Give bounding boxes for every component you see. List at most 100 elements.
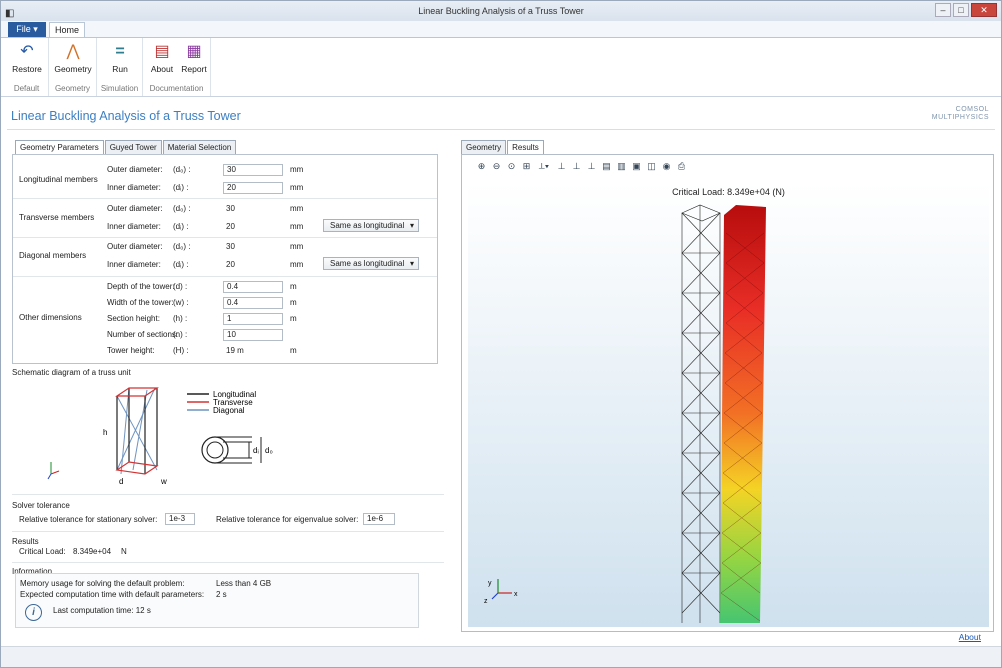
about-icon: ▤ [154,43,170,60]
tab-home[interactable]: Home [49,22,85,38]
unit-label: m [290,346,297,355]
graphics-canvas[interactable]: Critical Load: 8.349e+04 (N) x y z [468,183,989,627]
memory-value: Less than 4 GB [216,579,272,588]
field-symbol: (d₀) : [173,242,191,251]
info-icon: i [25,604,42,621]
field-symbol: (n) : [173,330,188,339]
field-symbol: (H) : [173,346,189,355]
schematic-d-label: d [119,477,123,486]
tab-graphics-results[interactable]: Results [507,140,544,155]
zoom-out-icon[interactable]: ⊖ [491,161,502,172]
field-symbol: (d₀) : [173,165,191,174]
results-title: Results [12,537,39,546]
print-icon[interactable]: ⎙ [676,161,687,172]
transverse-title: Transverse members [19,213,95,222]
graphics-tabs: Geometry Results [461,140,545,155]
run-button[interactable]: = Run [104,42,136,74]
depth-input[interactable]: 0.4 [223,281,283,293]
transverse-select[interactable]: Same as longitudinal [323,219,419,232]
schematic-title: Schematic diagram of a truss unit [12,368,131,377]
other-dimensions-title: Other dimensions [19,313,82,322]
divider [13,237,437,238]
restore-button[interactable]: ↶ Restore [11,42,43,74]
view-xy-icon[interactable]: ⊥ [556,161,567,172]
eig-tol-label: Relative tolerance for eigenvalue solver… [216,515,359,524]
grid-icon[interactable]: ▤ [601,161,612,172]
field-symbol: (h) : [173,314,188,323]
view-yz-icon[interactable]: ⊥ [571,161,582,172]
geometry-button[interactable]: ⋀ Geometry [53,42,93,74]
zoom-extents-icon[interactable]: ⊞ [521,161,532,172]
field-symbol: (dᵢ) : [173,183,189,192]
transparency-icon[interactable]: ▥ [616,161,627,172]
graphics-panel: ⊕ ⊖ ⊙ ⊞ ⟂▾ ⊥ ⊥ ⊥ ▤ ▥ ▣ ◫ ◉ ⎙ Critical Lo… [461,154,994,632]
divider [12,494,444,495]
page-title: Linear Buckling Analysis of a Truss Towe… [11,109,241,123]
unit-label: m [290,314,297,323]
title-bar: ◧ Linear Buckling Analysis of a Truss To… [1,1,1001,21]
status-bar [1,646,1001,667]
report-button[interactable]: ▦ Report [179,42,209,74]
axis-y-label: y [488,580,492,587]
divider [13,198,437,199]
field-label: Inner diameter: [107,183,161,192]
tab-graphics-geometry[interactable]: Geometry [461,140,507,154]
section-height-input[interactable]: 1 [223,313,283,325]
schematic-do-label: d₀ [265,446,273,455]
number-sections-input[interactable]: 10 [223,329,283,341]
minimize-button[interactable]: – [935,3,951,17]
app-window: ◧ Linear Buckling Analysis of a Truss To… [0,0,1002,668]
copy-image-icon[interactable]: ◫ [646,161,657,172]
expected-time-label: Expected computation time with default p… [20,590,205,599]
scene-light-icon[interactable]: ▣ [631,161,642,172]
group-default: ↶ Restore Default [5,38,49,96]
view-zx-icon[interactable]: ⊥ [586,161,597,172]
view-axes-icon[interactable]: ⟂▾ [536,161,552,172]
stationary-tol-input[interactable]: 1e-3 [165,513,195,525]
tab-guyed-tower[interactable]: Guyed Tower [104,140,162,154]
tab-geometry-parameters[interactable]: Geometry Parameters [15,140,104,155]
comsol-logo: COMSOL MULTIPHYSICS [931,106,989,121]
camera-icon[interactable]: ◉ [661,161,672,172]
divider [13,276,437,277]
zoom-box-icon[interactable]: ⊙ [506,161,517,172]
long-outer-diameter-input[interactable]: 30 [223,164,283,176]
window-title: Linear Buckling Analysis of a Truss Towe… [418,6,584,16]
diagonal-select[interactable]: Same as longitudinal [323,257,419,270]
field-label: Section height: [107,314,160,323]
trans-inner-diameter-value: 20 [226,222,235,231]
schematic-di-label: dᵢ [253,446,259,455]
schematic-diagram: h d w Longitudinal Transverse Diagonal d… [37,378,325,490]
maximize-button[interactable]: □ [953,3,969,17]
long-inner-diameter-input[interactable]: 20 [223,182,283,194]
unit-label: mm [290,222,304,231]
width-input[interactable]: 0.4 [223,297,283,309]
close-button[interactable]: ✕ [971,3,997,17]
field-symbol: (dᵢ) : [173,260,189,269]
trans-outer-diameter-value: 30 [226,204,235,213]
memory-label: Memory usage for solving the default pro… [20,579,185,588]
critical-load-label: Critical Load: [19,547,66,556]
unit-label: mm [290,165,304,174]
ribbon-tabs: File ▾ Home [1,21,1001,38]
unit-label: mm [290,183,304,192]
diagonal-title: Diagonal members [19,251,87,260]
about-link[interactable]: About [959,632,981,642]
critical-load-value: 8.349e+04 [73,547,112,556]
unit-label: m [290,298,297,307]
field-label: Outer diameter: [107,204,163,213]
group-documentation: ▤ About ▦ Report Documentation [143,38,211,96]
about-button[interactable]: ▤ About [147,42,177,74]
eigenvalue-tol-input[interactable]: 1e-6 [363,513,395,525]
divider [7,129,995,130]
tab-material-selection[interactable]: Material Selection [162,140,237,154]
geometry-parameters-panel: Longitudinal members Outer diameter: (d₀… [12,154,438,364]
field-symbol: (d) : [173,282,188,291]
truss-tower-plot: x y z [484,204,766,623]
last-time-label: Last computation time: 12 s [53,606,151,615]
zoom-in-icon[interactable]: ⊕ [476,161,487,172]
field-label: Inner diameter: [107,222,161,231]
expected-time-value: 2 s [216,590,227,599]
file-menu[interactable]: File ▾ [8,22,46,37]
solver-title: Solver tolerance [12,501,70,510]
